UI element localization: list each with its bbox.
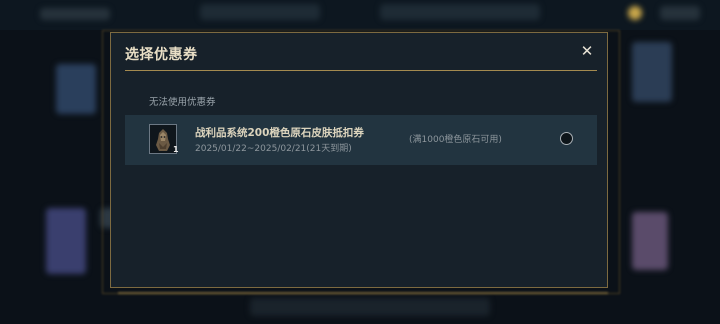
background-card [46, 208, 86, 274]
dialog-title: 选择优惠券 [125, 47, 198, 63]
coupon-select-dialog: 选择优惠券 ✕ 无法使用优惠券 1 战利品系统200橙色原石皮肤抵扣券 2025… [110, 32, 608, 288]
coupon-radio-button[interactable] [560, 132, 573, 145]
coupon-validity: 2025/01/22~2025/02/21(21天到期) [195, 144, 352, 154]
close-button[interactable]: ✕ [579, 43, 595, 59]
unusable-coupons-label: 无法使用优惠券 [149, 97, 216, 108]
background-divider [118, 292, 608, 294]
background-nav [200, 4, 320, 20]
coupon-name: 战利品系统200橙色原石皮肤抵扣券 [195, 127, 364, 139]
title-divider [125, 70, 597, 71]
coupon-item[interactable]: 1 战利品系统200橙色原石皮肤抵扣券 2025/01/22~2025/02/2… [125, 115, 597, 165]
background-nav [380, 4, 540, 20]
background-card [632, 42, 672, 102]
background-bottom-bar [250, 298, 490, 316]
background-currency-icon [628, 6, 642, 20]
background-logo [40, 8, 110, 20]
background-card [632, 212, 668, 270]
background-currency [660, 6, 700, 20]
coupon-quantity: 1 [173, 145, 179, 154]
background-card [56, 64, 96, 114]
coupon-condition: (满1000橙色原石可用) [409, 135, 502, 145]
